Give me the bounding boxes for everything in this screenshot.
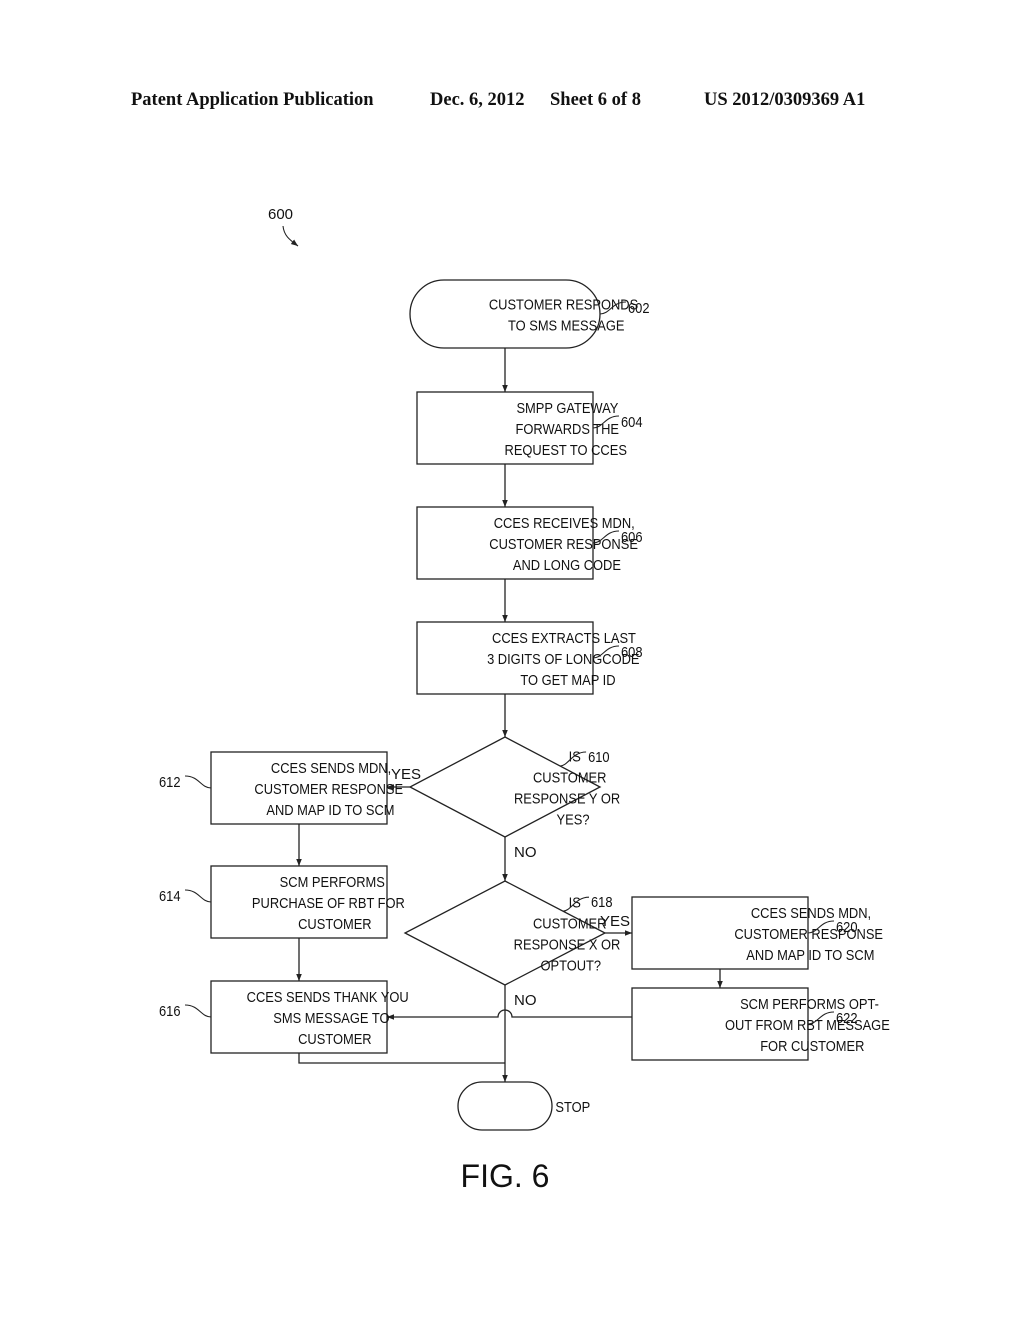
- node-text-line: FOR CUSTOMER: [760, 1037, 864, 1054]
- node-text-line: CUSTOMER RESPONSE: [254, 780, 403, 797]
- node-text-line: SMPP GATEWAY: [516, 399, 618, 416]
- node-606: CCES RECEIVES MDN, CUSTOMER RESPONSE AND L…: [416, 506, 643, 580]
- node-608: CCES EXTRACTS LAST 3 DIGITS OF LONGCODE TO…: [416, 621, 643, 695]
- node-stop: STOP: [457, 1081, 590, 1131]
- node-text-line: RESPONSE Y OR: [514, 790, 620, 807]
- terminal-shape: [457, 1081, 553, 1131]
- ref-number: 618: [591, 893, 613, 910]
- ref-number: 602: [628, 299, 650, 316]
- node-text-line: TO GET MAP ID: [520, 671, 615, 688]
- ref-number: 610: [588, 748, 610, 765]
- ref-number: 606: [621, 528, 643, 545]
- node-602: CUSTOMER RESPONDSTO SMS MESSAGE602: [409, 279, 650, 349]
- terminal-shape: [409, 279, 601, 349]
- node-text-line: OPTOUT?: [540, 957, 601, 974]
- node-612: CCES SENDS MDN, CUSTOMER RESPONSE AND MAP …: [159, 751, 403, 825]
- ref-number: 622: [836, 1009, 858, 1026]
- node-604: SMPP GATEWAYFORWARDS THEREQUEST TO CCES6…: [416, 391, 643, 465]
- ref-number: 608: [621, 643, 643, 660]
- node-610: ISCUSTOMERRESPONSE Y ORYES?610: [408, 736, 620, 838]
- node-616: CCES SENDS THANK YOU SMS MESSAGE TO CUSTOM…: [159, 980, 409, 1054]
- node-618: IS CUSTOMER RESPONSE X OR OPTOUT? 618: [403, 880, 621, 986]
- node-text-line: IS: [569, 894, 581, 911]
- ref-number: 612: [159, 773, 181, 790]
- node-620: CCES SENDS MDN,CUSTOMER RESPONSEAND MAP …: [631, 896, 883, 970]
- node-text-line: CUSTOMER RESPONSE: [734, 925, 883, 942]
- edge-622-616: [387, 1009, 632, 1020]
- edge-label-610-yes: YES: [391, 766, 421, 783]
- node-text-line: CCES EXTRACTS LAST: [492, 629, 636, 646]
- ref-leader: [184, 775, 212, 789]
- figure-label: FIG. 6: [461, 1158, 550, 1194]
- ref-leader: [184, 1004, 212, 1018]
- ref-number: 604: [621, 413, 643, 430]
- node-text-line: TO SMS MESSAGE: [508, 317, 624, 334]
- ref-number: 616: [159, 1002, 181, 1019]
- node-text-line: AND MAP ID TO SCM: [746, 946, 874, 963]
- node-text-line: YES?: [557, 811, 590, 828]
- node-text-line: SCM PERFORMS: [280, 873, 385, 890]
- node-text-line: REQUEST TO CCES: [505, 441, 627, 458]
- node-text-line: PURCHASE OF RBT FOR: [252, 894, 405, 911]
- flowchart-diagram: 600 CUSTOMER RESPONDSTO SMS MESSAGE602 SM…: [159, 206, 890, 1194]
- node-text-line: AND MAP ID TO SCM: [266, 801, 394, 818]
- node-text-line: OUT FROM RBT MESSAGE: [725, 1016, 890, 1033]
- edge-label-610-no: NO: [514, 844, 537, 861]
- node-text-line: SCM PERFORMS OPT-: [740, 995, 879, 1012]
- node-text-line: CUSTOMER: [533, 915, 606, 932]
- ref-number: 614: [159, 887, 181, 904]
- node-text-line: CUSTOMER: [298, 1030, 371, 1047]
- node-622: SCM PERFORMS OPT- OUT FROM RBT MESSAGE FOR…: [631, 987, 890, 1061]
- node-text-line: CUSTOMER RESPONSE: [489, 535, 638, 552]
- node-text-line: STOP: [555, 1098, 590, 1115]
- node-text-line: CCES SENDS MDN,: [271, 759, 391, 776]
- node-text-line: RESPONSE X OR: [514, 936, 621, 953]
- figure-ref-arrow: [282, 225, 299, 247]
- node-614: SCM PERFORMS PURCHASE OF RBT FOR CUSTOMER 6…: [159, 865, 405, 939]
- node-text-line: CCES RECEIVES MDN,: [494, 514, 635, 531]
- node-text-line: 3 DIGITS OF LONGCODE: [487, 650, 639, 667]
- node-text-line: CUSTOMER: [533, 769, 606, 786]
- node-text-line: SMS MESSAGE TO: [273, 1009, 389, 1026]
- node-text-line: CUSTOMER: [298, 915, 371, 932]
- ref-leader: [184, 889, 212, 903]
- edge-616-stop: [298, 1053, 505, 1064]
- node-text-line: CCES SENDS THANK YOU: [247, 988, 409, 1005]
- node-text-line: AND LONG CODE: [513, 556, 621, 573]
- ref-number: 620: [836, 918, 858, 935]
- edge-label-618-no: NO: [514, 992, 537, 1009]
- figure-ref: 600: [268, 206, 293, 223]
- edge-label-618-yes: YES: [600, 913, 630, 930]
